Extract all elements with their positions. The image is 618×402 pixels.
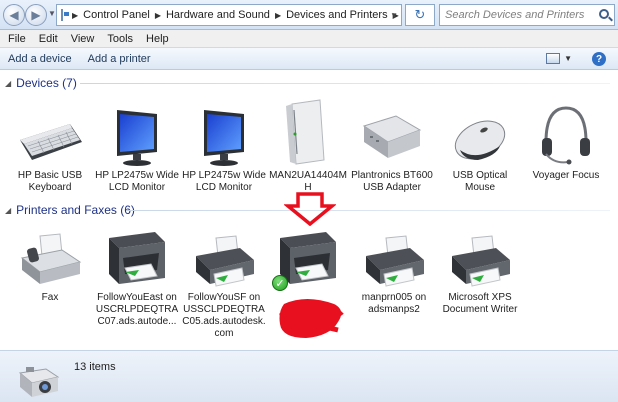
computer-tower-icon [266, 98, 350, 168]
mouse-icon [438, 106, 522, 168]
device-item[interactable]: HP LP2475w Wide LCD Monitor [182, 106, 266, 194]
printer-item[interactable]: Microsoft XPS Document Writer [438, 232, 522, 316]
menu-help[interactable]: Help [146, 33, 169, 45]
status-bar: 13 items [0, 350, 618, 402]
chevron-right-icon[interactable]: ▶ [72, 11, 78, 20]
add-printer-button[interactable]: Add a printer [80, 53, 159, 65]
red-arrow-annotation [284, 192, 336, 226]
arrow-left-icon: ◀ [9, 8, 19, 22]
printer-icon [182, 232, 266, 290]
breadcrumb-devices-and-printers[interactable]: Devices and Printers [286, 9, 388, 21]
device-label: Plantronics BT600 USB Adapter [351, 170, 433, 193]
menu-tools[interactable]: Tools [107, 33, 133, 45]
group-divider [126, 210, 610, 211]
chevron-right-icon[interactable]: ▶ [275, 11, 281, 20]
device-label: USB Optical Mouse [452, 170, 508, 193]
device-label: MAN2UA14404MH [269, 170, 347, 193]
chevron-right-icon[interactable]: ▶ [155, 11, 161, 20]
device-label: Voyager Focus [532, 170, 600, 181]
device-label: HP Basic USB Keyboard [17, 170, 83, 193]
arrow-right-icon: ▶ [31, 8, 41, 22]
search-icon[interactable] [599, 9, 609, 19]
usb-adapter-icon [350, 106, 434, 168]
group-divider [80, 83, 610, 84]
monitor-icon [95, 106, 179, 168]
device-label: HP LP2475w Wide LCD Monitor [182, 170, 266, 193]
item-count: 13 items [74, 361, 116, 373]
menu-file[interactable]: File [8, 33, 26, 45]
device-item[interactable]: Plantronics BT600 USB Adapter [350, 106, 434, 194]
device-item[interactable]: MAN2UA14404MH [266, 98, 350, 194]
printers-group-header[interactable]: ◢ Printers and Faxes (6) [5, 201, 135, 219]
refresh-button[interactable]: ↻ [405, 4, 435, 26]
printer-label: Microsoft XPS Document Writer [442, 292, 518, 315]
device-item[interactable]: Voyager Focus [524, 102, 608, 182]
printer-item[interactable]: manprn005 on adsmanps2 [352, 232, 436, 316]
device-label: HP LP2475w Wide LCD Monitor [95, 170, 179, 193]
device-item[interactable]: HP LP2475w Wide LCD Monitor [95, 106, 179, 194]
search-input[interactable] [440, 5, 590, 25]
add-device-button[interactable]: Add a device [0, 53, 80, 65]
printer-label: FollowYouSF on USSCLPDEQTRAC05.ads.autod… [182, 292, 266, 339]
printer-label: FollowYouEast on USCRLPDEQTRAC07.ads.aut… [95, 292, 179, 327]
collapse-triangle-icon[interactable]: ◢ [5, 79, 11, 88]
collapse-triangle-icon[interactable]: ◢ [5, 206, 11, 215]
default-printer-check-icon: ✓ [272, 275, 288, 291]
camera-icon [16, 359, 62, 399]
breadcrumb[interactable]: ▶ Control Panel ▶ Hardware and Sound ▶ D… [56, 4, 402, 26]
printer-item[interactable]: FollowYouEast on USCRLPDEQTRAC07.ads.aut… [95, 228, 179, 328]
menu-bar: File Edit View Tools Help [0, 30, 618, 48]
menu-edit[interactable]: Edit [39, 33, 58, 45]
help-icon[interactable]: ? [592, 52, 606, 66]
headset-icon [524, 102, 608, 168]
printer-icon [352, 232, 436, 290]
refresh-icon: ↻ [414, 7, 426, 22]
back-button[interactable]: ◀ [3, 4, 25, 26]
fax-icon [8, 232, 92, 290]
printer-label: manprn005 on adsmanps2 [361, 292, 427, 315]
monitor-icon [182, 106, 266, 168]
search-box[interactable] [439, 4, 615, 26]
mfp-printer-icon [95, 228, 179, 290]
devices-group-header[interactable]: ◢ Devices (7) [5, 74, 77, 92]
redaction-scribble [279, 299, 344, 338]
printer-icon [438, 232, 522, 290]
device-item[interactable]: USB Optical Mouse [438, 106, 522, 194]
forward-button[interactable]: ▶ [25, 4, 47, 26]
control-panel-icon [61, 9, 69, 21]
address-dropdown-icon[interactable]: ▼ [390, 11, 398, 20]
menu-view[interactable]: View [71, 33, 95, 45]
command-bar: Add a device Add a printer ▼ ? [0, 48, 618, 70]
keyboard-icon [8, 106, 92, 168]
view-options-dropdown[interactable]: ▼ [564, 54, 572, 63]
printer-label: Fax [41, 292, 59, 303]
recent-pages-dropdown[interactable]: ▼ [48, 9, 56, 18]
breadcrumb-hardware-and-sound[interactable]: Hardware and Sound [166, 9, 270, 21]
printer-item[interactable]: Fax [8, 232, 92, 304]
devices-group-title: Devices (7) [16, 76, 77, 90]
printer-item[interactable]: FollowYouSF on USSCLPDEQTRAC05.ads.autod… [182, 232, 266, 340]
device-item[interactable]: HP Basic USB Keyboard [8, 106, 92, 194]
change-view-icon[interactable] [546, 53, 560, 64]
address-bar: ◀ ▶ ▼ ▶ Control Panel ▶ Hardware and Sou… [0, 0, 618, 30]
printers-group-title: Printers and Faxes (6) [16, 203, 135, 217]
breadcrumb-control-panel[interactable]: Control Panel [83, 9, 150, 21]
